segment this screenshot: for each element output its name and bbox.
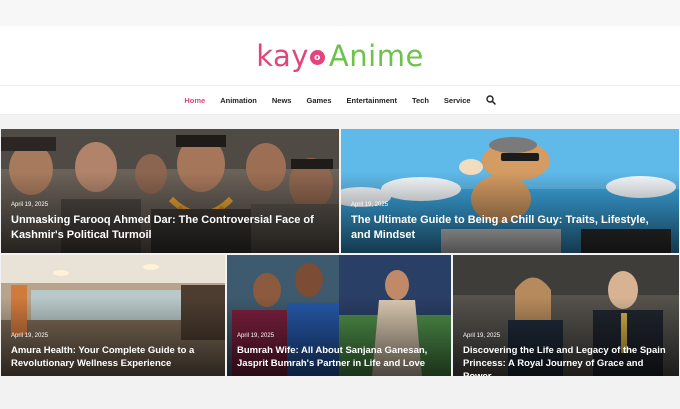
logo-mark-icon: o bbox=[309, 50, 325, 65]
post-title[interactable]: Unmasking Farooq Ahmed Dar: The Controve… bbox=[11, 213, 329, 243]
post-date: April 19, 2025 bbox=[11, 202, 49, 208]
nav-item-news[interactable]: News bbox=[272, 96, 292, 105]
post-card[interactable]: April 19, 2025 Amura Health: Your Comple… bbox=[1, 255, 225, 376]
nav-item-animation[interactable]: Animation bbox=[220, 96, 257, 105]
nav-item-tech[interactable]: Tech bbox=[412, 96, 429, 105]
logo-text-left: kay bbox=[256, 38, 309, 73]
site-logo[interactable]: kay o Anime bbox=[256, 39, 424, 73]
logo-text-right: Anime bbox=[328, 38, 424, 73]
post-card[interactable]: April 19, 2025 Discovering the Life and … bbox=[453, 255, 679, 376]
post-title[interactable]: Amura Health: Your Complete Guide to a R… bbox=[11, 344, 215, 370]
search-icon[interactable] bbox=[485, 95, 496, 105]
post-title[interactable]: Discovering the Life and Legacy of the S… bbox=[463, 344, 669, 376]
post-date: April 19, 2025 bbox=[463, 333, 501, 339]
nav-item-entertainment[interactable]: Entertainment bbox=[347, 96, 397, 105]
post-date: April 19, 2025 bbox=[351, 202, 389, 208]
page-bottom bbox=[0, 376, 680, 409]
post-date: April 19, 2025 bbox=[237, 333, 275, 339]
nav-item-games[interactable]: Games bbox=[306, 96, 331, 105]
nav-item-service[interactable]: Service bbox=[444, 96, 471, 105]
nav-item-home[interactable]: Home bbox=[184, 96, 205, 105]
post-title[interactable]: The Ultimate Guide to Being a Chill Guy:… bbox=[351, 213, 669, 243]
featured-post-card[interactable]: April 19, 2025 The Ultimate Guide to Bei… bbox=[341, 129, 679, 253]
post-date: April 19, 2025 bbox=[11, 333, 49, 339]
site-header: kay o Anime bbox=[0, 26, 680, 85]
main-nav: Home Animation News Games Entertainment … bbox=[0, 85, 680, 115]
post-title[interactable]: Bumrah Wife: All About Sanjana Ganesan, … bbox=[237, 344, 441, 370]
featured-post-card[interactable]: April 19, 2025 Unmasking Farooq Ahmed Da… bbox=[1, 129, 339, 253]
top-bar bbox=[0, 0, 680, 26]
post-card[interactable]: April 19, 2025 Bumrah Wife: All About Sa… bbox=[227, 255, 451, 376]
